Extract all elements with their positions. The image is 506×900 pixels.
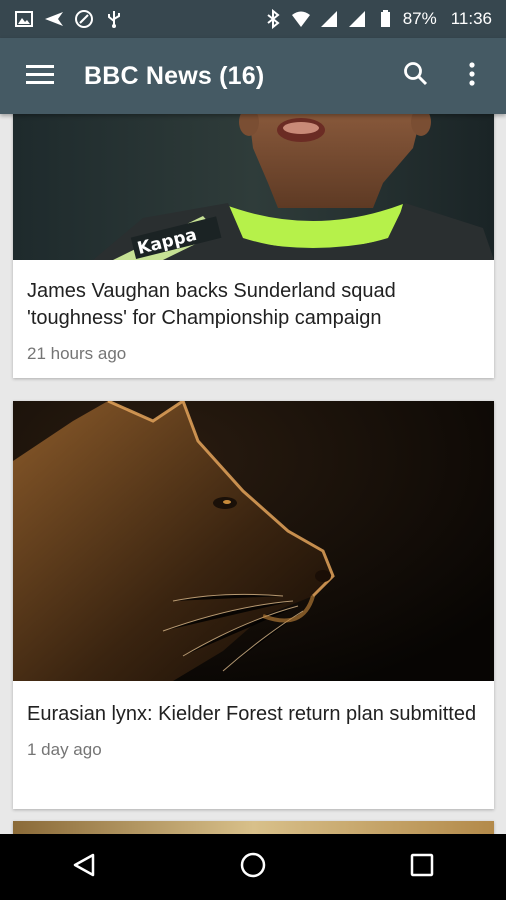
app-bar: BBC News (16) bbox=[0, 38, 506, 114]
signal-icon bbox=[347, 9, 367, 29]
vpn-shield-icon bbox=[74, 9, 94, 29]
article-headline: James Vaughan backs Sunderland squad 'to… bbox=[27, 280, 396, 329]
hamburger-menu-icon bbox=[26, 63, 54, 90]
system-navigation-bar bbox=[0, 834, 506, 900]
clock: 11:36 bbox=[450, 9, 492, 28]
status-bar: 87% 11:36 bbox=[0, 0, 506, 38]
lynx-photo bbox=[13, 401, 494, 681]
article-image: Kappa bbox=[13, 114, 494, 260]
app-actions bbox=[388, 48, 500, 104]
article-card[interactable] bbox=[13, 821, 494, 834]
footballer-photo: Kappa bbox=[13, 114, 494, 260]
article-timestamp: 21 hours ago bbox=[27, 344, 127, 363]
status-right: 87% 11:36 bbox=[263, 9, 506, 29]
search-icon bbox=[403, 61, 429, 92]
article-timestamp: 1 day ago bbox=[27, 740, 102, 759]
recents-button[interactable] bbox=[382, 837, 462, 897]
bluetooth-icon bbox=[263, 9, 283, 29]
article-headline: Eurasian lynx: Kielder Forest return pla… bbox=[27, 703, 477, 725]
send-icon bbox=[44, 9, 64, 29]
home-button[interactable] bbox=[213, 837, 293, 897]
back-icon bbox=[71, 852, 97, 883]
status-left-icons bbox=[0, 9, 124, 29]
more-vertical-icon bbox=[468, 61, 476, 92]
image-icon bbox=[14, 9, 34, 29]
home-icon bbox=[239, 851, 267, 884]
menu-button[interactable] bbox=[12, 48, 68, 104]
article-card[interactable]: Kappa James Vaughan backs Sunderland squ… bbox=[13, 114, 494, 378]
article-image bbox=[13, 401, 494, 681]
page-title: BBC News (16) bbox=[84, 61, 265, 90]
article-image bbox=[13, 821, 494, 834]
article-card[interactable]: Eurasian lynx: Kielder Forest return pla… bbox=[13, 401, 494, 809]
news-feed[interactable]: Kappa James Vaughan backs Sunderland squ… bbox=[0, 114, 506, 834]
search-button[interactable] bbox=[388, 48, 444, 104]
signal-icon bbox=[319, 9, 339, 29]
wifi-icon bbox=[291, 9, 311, 29]
battery-icon bbox=[375, 9, 395, 29]
recents-icon bbox=[410, 853, 434, 882]
usb-icon bbox=[104, 9, 124, 29]
overflow-menu-button[interactable] bbox=[444, 48, 500, 104]
back-button[interactable] bbox=[44, 837, 124, 897]
battery-percent: 87% bbox=[402, 9, 437, 28]
